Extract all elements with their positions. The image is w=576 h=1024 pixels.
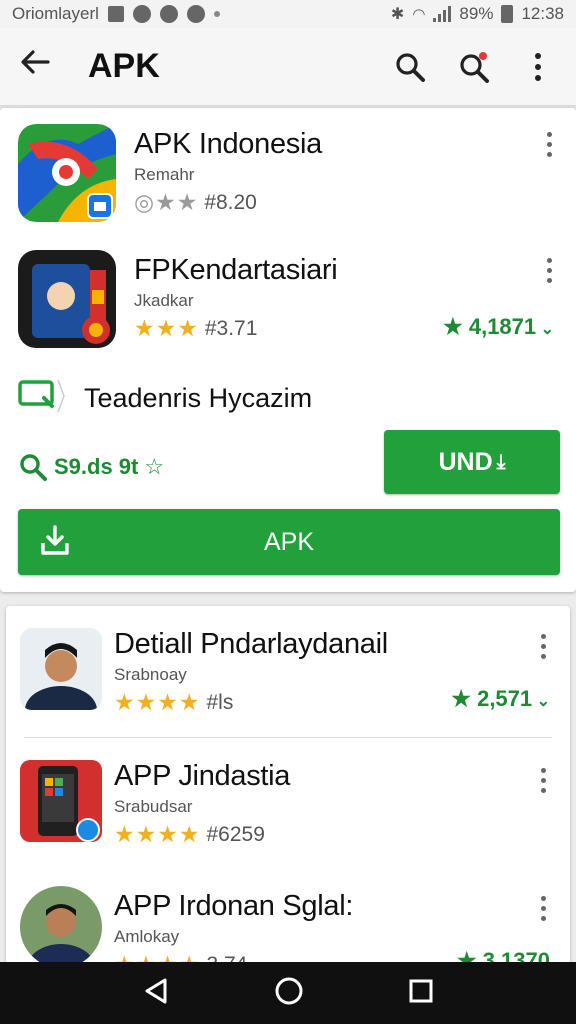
download-count: ★ 2,571 ⌄	[451, 686, 550, 711]
app-developer: Srabnoay	[114, 665, 187, 684]
download-count: ★ 4,1871 ⌄	[443, 314, 554, 339]
rating-value: #ls	[206, 690, 234, 714]
more-options-icon[interactable]	[538, 634, 548, 659]
status-bar: Oriomlayerl ✱ ◠ 89% 12:38	[0, 0, 576, 28]
more-options-icon[interactable]	[544, 258, 554, 283]
app-rating: ◎★★ #8.20	[134, 189, 322, 216]
app-name: FPKendartasiari	[134, 254, 338, 286]
clock: 12:38	[521, 4, 564, 23]
screen-share-icon	[18, 378, 66, 419]
app-info: APP Jindastia Srabudsar ★★★★ #6259	[114, 760, 290, 848]
app-developer: Amlokay	[114, 927, 180, 946]
download-apk-button[interactable]: APK	[18, 509, 560, 575]
app-icon	[20, 760, 102, 842]
app-name: APP Jindastia	[114, 760, 291, 792]
app-icon	[20, 886, 102, 966]
app-list-item[interactable]: APP Jindastia Srabudsar ★★★★ #6259	[6, 744, 570, 874]
download-icon	[40, 525, 70, 564]
system-nav-bar	[0, 962, 576, 1024]
app-list-item[interactable]: APP Irdonan Sglal: Amlokay ★★★★ 3.74 ★ 3…	[6, 874, 570, 966]
rating-value: #8.20	[204, 190, 257, 214]
app-list-item[interactable]: APK Indonesia Remahr ◎★★ #8.20	[0, 108, 576, 230]
install-button[interactable]: UND ⤓	[384, 430, 560, 494]
app-list-item[interactable]: FPKendartasiari Jkadkar ★★★ #3.71 ★ 4,18…	[0, 234, 576, 356]
star-rating-icon: ★★★★	[114, 821, 201, 847]
star-rating-icon: ★★★★	[114, 689, 201, 715]
divider	[24, 737, 552, 738]
rating-value: #6259	[206, 822, 265, 846]
chevron-down-icon: ⌄	[532, 693, 550, 710]
notification-icon	[132, 5, 151, 23]
app-bar: APK	[0, 28, 576, 106]
bluetooth-icon: ✱	[390, 6, 405, 23]
app-rating: ★★★ #3.71	[134, 315, 337, 342]
wifi-icon: ◠	[412, 6, 426, 23]
star-outline-icon: ☆	[144, 454, 165, 479]
search-icon[interactable]	[390, 47, 430, 87]
battery-percent: 89%	[459, 4, 494, 23]
notification-text: Oriomlayerl	[12, 4, 99, 23]
feature-row[interactable]: Teadenris Hycazim	[18, 378, 312, 419]
app-list-item[interactable]: Detiall Pndarlaydanail Srabnoay ★★★★ #ls…	[6, 606, 570, 736]
back-nav-icon[interactable]	[141, 976, 171, 1011]
app-icon	[18, 124, 116, 222]
feature-meta: S9.ds 9t ☆	[18, 452, 164, 482]
chevron-down-icon: ⌄	[536, 321, 554, 338]
app-name: APK Indonesia	[134, 128, 322, 160]
recents-nav-icon[interactable]	[407, 977, 435, 1010]
notification-icon	[159, 5, 178, 23]
app-icon	[20, 628, 102, 710]
notification-icon	[186, 5, 205, 23]
app-icon	[18, 250, 116, 348]
rating-value: #3.71	[204, 316, 258, 340]
star-icon: ★	[451, 686, 478, 711]
app-name: Detiall Pndarlaydanail	[114, 628, 388, 660]
more-options-icon[interactable]	[538, 896, 548, 921]
feature-label: Teadenris Hycazim	[84, 383, 313, 413]
more-options-icon[interactable]	[544, 132, 554, 157]
more-results-card: Detiall Pndarlaydanail Srabnoay ★★★★ #ls…	[6, 606, 570, 966]
home-nav-icon[interactable]	[273, 975, 305, 1012]
download-icon: ⤓	[496, 450, 506, 473]
back-arrow-icon[interactable]	[18, 45, 68, 88]
more-icon[interactable]	[518, 47, 558, 87]
star-icon: ★	[443, 314, 469, 339]
app-developer: Remahr	[134, 165, 195, 184]
app-info: APP Irdonan Sglal: Amlokay ★★★★ 3.74	[114, 890, 353, 966]
app-info: FPKendartasiari Jkadkar ★★★ #3.71	[134, 254, 338, 342]
signal-icon	[433, 6, 452, 22]
app-developer: Srabudsar	[114, 797, 193, 816]
top-results-card: APK Indonesia Remahr ◎★★ #8.20 FPKendart…	[0, 108, 576, 592]
more-notifications-icon	[213, 11, 220, 17]
page-title: APK	[88, 47, 160, 85]
app-developer: Jkadkar	[134, 291, 194, 310]
more-options-icon[interactable]	[538, 768, 548, 793]
app-rating: ★★★★ #ls	[114, 689, 388, 716]
app-rating: ★★★★ #6259	[114, 821, 290, 848]
search-alert-icon[interactable]	[454, 47, 494, 87]
app-name: APP Irdonan Sglal:	[114, 890, 354, 922]
search-icon	[20, 454, 47, 481]
star-rating-icon: ★★★	[134, 315, 199, 341]
notification-icon	[107, 6, 124, 22]
app-info: APK Indonesia Remahr ◎★★ #8.20	[134, 128, 322, 216]
battery-icon	[501, 5, 514, 23]
app-info: Detiall Pndarlaydanail Srabnoay ★★★★ #ls	[114, 628, 388, 716]
star-rating-icon: ◎★★	[134, 189, 199, 215]
